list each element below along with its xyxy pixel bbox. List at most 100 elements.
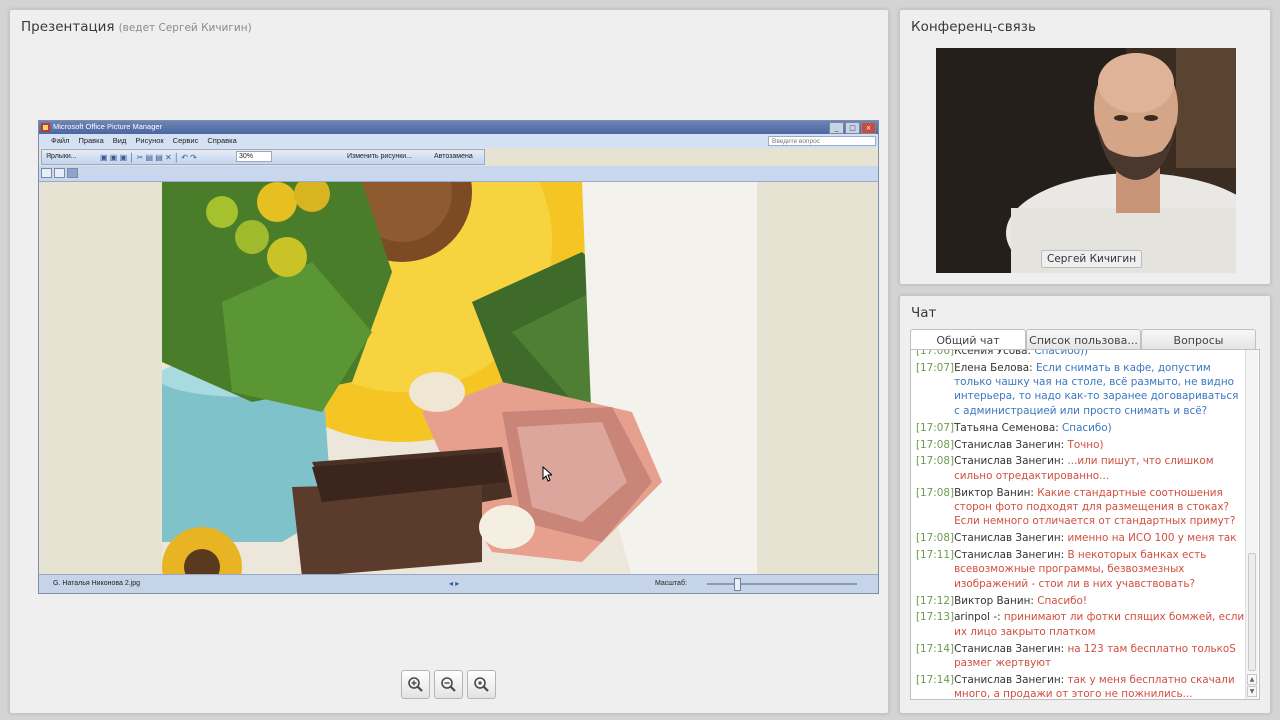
chat-message: [17:08] Виктор Ванин: Какие стандартные с… — [916, 486, 1246, 529]
webcam-video — [936, 48, 1236, 273]
close-icon[interactable]: × — [861, 122, 876, 134]
photo-image — [162, 182, 757, 577]
message-body: Станислав Занегин: ...или пишут, что сли… — [954, 454, 1246, 483]
ask-question-input[interactable]: Введите вопрос — [768, 136, 876, 146]
message-time: [17:14] — [916, 642, 955, 655]
presentation-subtitle: (ведет Сергей Кичигин) — [118, 22, 252, 34]
message-time: [17:14] — [916, 673, 955, 686]
menu-view[interactable]: Вид — [113, 136, 127, 145]
message-body: Станислав Занегин: Точно) — [954, 438, 1246, 452]
window-toolbar: Ярлыки... ▣ ▣ ▣ │ ✂ ▤ ▤ ✕ │ ↶ ↷ 30% Изме… — [41, 149, 485, 165]
message-text: именно на ИСО 100 у меня так — [1067, 532, 1237, 545]
chat-message: [17:08] Станислав Занегин: именно на ИСО … — [916, 531, 1246, 545]
conference-title: Конференц-связь — [911, 19, 1036, 35]
prev-next-icon[interactable]: ◂ ▸ — [449, 579, 459, 588]
mouse-cursor-icon — [542, 466, 552, 482]
zoom-slider-knob[interactable] — [734, 578, 741, 591]
filmstrip-view-icon[interactable] — [54, 168, 65, 178]
message-body: Виктор Ванин: Спасибо! — [954, 594, 1246, 608]
tab-general-chat[interactable]: Общий чат — [910, 329, 1026, 351]
chat-scrollbar-thumb[interactable] — [1248, 553, 1256, 671]
scroll-up-icon[interactable]: ▲ — [1247, 674, 1257, 685]
shortcuts-button[interactable]: Ярлыки... — [46, 153, 77, 160]
message-time: [17:13] — [916, 611, 955, 624]
minimize-icon[interactable]: _ — [829, 122, 844, 134]
message-body: Станислав Занегин: так у меня бесплатно … — [954, 673, 1246, 699]
message-body: Ксения Усова: Спасибо)) — [954, 349, 1246, 358]
tab-questions[interactable]: Вопросы — [1141, 329, 1256, 350]
message-body: Станислав Занегин: В некоторых банках ес… — [954, 548, 1246, 591]
message-time: [17:08] — [916, 532, 955, 545]
chat-title: Чат — [911, 305, 937, 321]
zoom-slider[interactable] — [707, 583, 857, 585]
message-text: Спасибо)) — [1034, 349, 1089, 357]
chat-messages: [17:06] Ксения Усова: Спасибо)) [17:07] Еле… — [910, 349, 1260, 700]
speaker-name-label: Сергей Кичигин — [1041, 250, 1143, 268]
message-author: arinpol -: — [954, 611, 1001, 624]
zoom-select[interactable]: 30% — [236, 151, 272, 162]
window-statusbar: G. Наталья Никонова 2.jpg ◂ ▸ Масштаб: — [39, 574, 878, 593]
message-author: Станислав Занегин: — [954, 455, 1065, 468]
message-body: Станислав Занегин: на 123 там бесплатно … — [954, 642, 1246, 671]
message-body: Татьяна Семенова: Спасибо) — [954, 421, 1246, 435]
chat-message: [17:07] Елена Белова: Если снимать в кафе… — [916, 361, 1246, 418]
message-time: [17:08] — [916, 486, 955, 499]
message-time: [17:06] — [916, 349, 955, 357]
message-time: [17:08] — [916, 438, 955, 451]
zoom-in-button[interactable] — [401, 670, 430, 699]
presentation-title-text: Презентация — [21, 19, 115, 35]
chat-message: [17:06] Ксения Усова: Спасибо)) — [916, 349, 1246, 358]
chat-scrollbar[interactable]: ▲ ▼ — [1245, 350, 1258, 699]
message-time: [17:12] — [916, 594, 955, 607]
tab-user-list[interactable]: Список пользова... — [1026, 329, 1141, 350]
message-author: Виктор Ванин: — [954, 594, 1034, 607]
message-author: Станислав Занегин: — [954, 532, 1065, 545]
message-author: Ксения Усова: — [954, 349, 1032, 357]
window-controls: _ □ × — [829, 122, 876, 134]
presentation-title: Презентация (ведет Сергей Кичигин) — [21, 19, 252, 35]
chat-message: [17:12] Виктор Ванин: Спасибо! — [916, 594, 1246, 608]
message-text: Спасибо! — [1037, 594, 1087, 607]
chat-message: [17:11] Станислав Занегин: В некоторых ба… — [916, 548, 1246, 591]
window-title: Microsoft Office Picture Manager — [53, 122, 163, 131]
message-time: [17:08] — [916, 455, 955, 468]
message-author: Станислав Занегин: — [954, 438, 1065, 451]
autocorrect-button[interactable]: Автозамена — [434, 153, 473, 160]
menu-file[interactable]: Файл — [51, 136, 69, 145]
message-text: Спасибо) — [1062, 421, 1112, 434]
menu-help[interactable]: Справка — [207, 136, 236, 145]
message-body: Станислав Занегин: именно на ИСО 100 у м… — [954, 531, 1246, 545]
message-author: Станислав Занегин: — [954, 549, 1065, 562]
menu-edit[interactable]: Правка — [78, 136, 103, 145]
message-body: Елена Белова: Если снимать в кафе, допус… — [954, 361, 1246, 418]
message-author: Елена Белова: — [954, 361, 1033, 374]
message-body: arinpol -: принимают ли фотки спящих бом… — [954, 610, 1246, 639]
maximize-icon[interactable]: □ — [845, 122, 860, 134]
message-body: Виктор Ванин: Какие стандартные соотноше… — [954, 486, 1246, 529]
chat-message: [17:08] Станислав Занегин: ...или пишут, … — [916, 454, 1246, 483]
chat-message: [17:07] Татьяна Семенова: Спасибо) — [916, 421, 1246, 435]
message-author: Татьяна Семенова: — [954, 421, 1059, 434]
single-view-icon[interactable] — [67, 168, 78, 178]
message-text: Точно) — [1067, 438, 1104, 451]
chat-message-list: [17:06] Ксения Усова: Спасибо)) [17:07] Еле… — [916, 349, 1246, 699]
message-time: [17:11] — [916, 549, 955, 562]
scroll-down-icon[interactable]: ▼ — [1247, 686, 1257, 697]
chat-message: [17:14] Станислав Занегин: так у меня бес… — [916, 673, 1246, 699]
window-titlebar: Microsoft Office Picture Manager _ □ × — [39, 121, 878, 134]
zoom-reset-icon — [474, 677, 489, 692]
chat-message: [17:13] arinpol -: принимают ли фотки спя… — [916, 610, 1246, 639]
menu-tools[interactable]: Сервис — [173, 136, 199, 145]
thumbnail-view-icon[interactable] — [41, 168, 52, 178]
zoom-out-button[interactable] — [434, 670, 463, 699]
edit-pictures-button[interactable]: Изменить рисунки... — [347, 153, 412, 160]
zoom-in-icon — [408, 677, 423, 692]
chat-message: [17:14] Станислав Занегин: на 123 там бес… — [916, 642, 1246, 671]
menu-picture[interactable]: Рисунок — [135, 136, 163, 145]
message-time: [17:07] — [916, 361, 955, 374]
message-author: Станислав Занегин: — [954, 642, 1065, 655]
zoom-reset-button[interactable] — [467, 670, 496, 699]
chat-message: [17:08] Станислав Занегин: Точно) — [916, 438, 1246, 452]
zoom-out-icon — [441, 677, 456, 692]
status-scale-label: Масштаб: — [655, 580, 687, 587]
